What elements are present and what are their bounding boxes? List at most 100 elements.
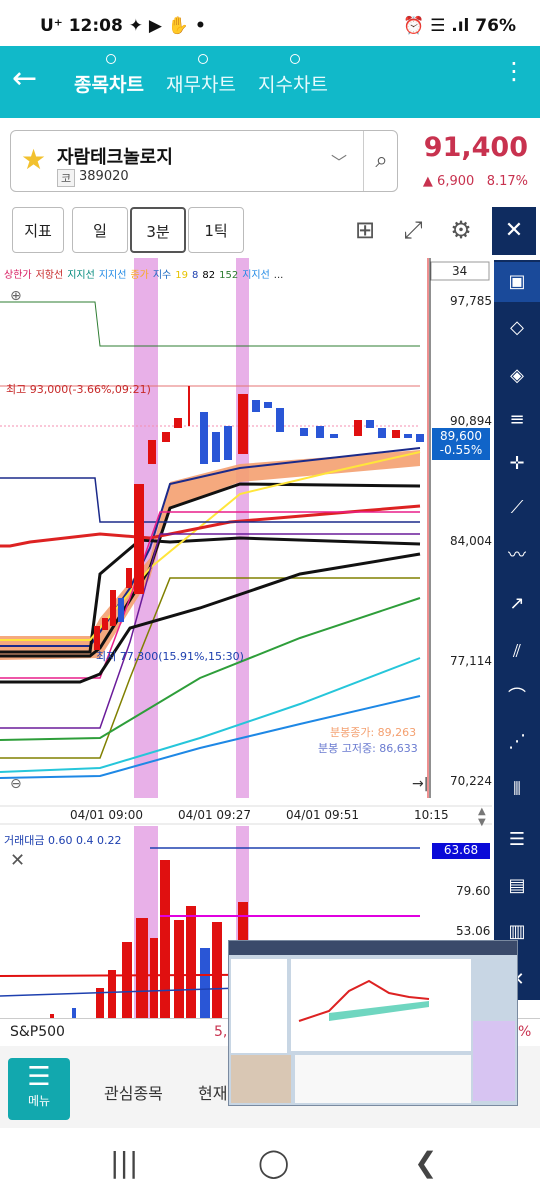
price-change-value: ▲ 6,900 — [422, 174, 475, 189]
y-label: 90,894 — [450, 414, 492, 428]
svg-text:✕: ✕ — [10, 850, 25, 871]
home-icon[interactable]: ◯ — [258, 1146, 289, 1179]
legend-item: 19 — [175, 270, 188, 281]
stock-name: 자람테크놀로지 — [57, 147, 173, 168]
star-icon[interactable]: ★ — [21, 143, 46, 176]
more-vert-icon[interactable]: ⋮ — [502, 59, 526, 83]
eraser-all-icon[interactable]: ◈ — [494, 356, 540, 396]
menu-button[interactable]: ☰ 메뉴 — [8, 1058, 70, 1120]
current-price-tag: 89,600 -0.55% — [432, 428, 490, 460]
scroll-arrows-icon[interactable]: ▲ ▼ — [478, 806, 486, 828]
tools-icon[interactable]: ✕ — [492, 207, 536, 255]
legend-item: 저항선 — [35, 270, 64, 281]
chart-legend[interactable]: 상한가 저항선 지지선 지지선 종가 지수 19 8 82 152 지지선... — [4, 266, 287, 281]
high-note: 최고 93,000(-3.66%,09:21) — [6, 383, 151, 396]
fan-icon[interactable]: ⋰ — [494, 722, 540, 762]
price-change: ▲ 6,900 8.17% — [423, 174, 528, 189]
legend-item: 8 — [191, 270, 199, 281]
chevron-down-icon[interactable]: ﹀ — [331, 149, 347, 173]
index-name: S&P500 — [10, 1024, 65, 1040]
pip-video-thumbnail[interactable] — [228, 940, 518, 1106]
arc-icon[interactable]: ⌒ — [494, 678, 540, 718]
index-pct: % — [518, 1024, 532, 1040]
low-note: 최저 77,300(15.91%,15:30) — [96, 650, 244, 663]
ray-line-icon[interactable]: ↗ — [494, 584, 540, 624]
status-left: U⁺ 12:08 ✦ ▶ ✋ • — [40, 16, 206, 36]
drawing-tools-sidebar: ▣ ◇ ◈ ≡ ✛ ⟋ 〰 ↗ ⫽ ⌒ ⋰ ⦀ ☰ ▤ ▥ ✕ — [494, 260, 540, 1000]
gann-icon[interactable]: ▤ — [494, 866, 540, 906]
grid-layout-icon[interactable]: ⊞ — [348, 213, 382, 247]
volume-legend: 거래대금 0.60 0.4 0.22 — [4, 834, 122, 847]
tab-sync-icon — [290, 54, 300, 64]
period-3min-button[interactable]: 3분 — [130, 207, 186, 253]
period-day-button[interactable]: 일 — [72, 207, 128, 253]
stock-code: 389020 — [79, 169, 129, 184]
y-label: 77,114 — [450, 654, 492, 668]
legend-item: 지수 — [152, 270, 172, 281]
y-label: 84,004 — [450, 534, 492, 548]
y-label: 97,785 — [450, 294, 492, 308]
x-label: 04/01 09:00 — [70, 808, 143, 822]
x-label: 04/01 09:27 — [178, 808, 251, 822]
chart-toolbar: 지표 일 3분 1틱 ⊞ ⤢ ⚙ ✕ — [0, 205, 540, 257]
trendline-icon[interactable]: ⟋ — [494, 488, 540, 528]
search-icon[interactable]: ⌕ — [363, 131, 399, 191]
fibonacci-icon[interactable]: ☰ — [494, 820, 540, 860]
current-price-tag-value: 89,600 — [440, 429, 482, 443]
current-price-tag-change: -0.55% — [439, 443, 483, 457]
wave-line-icon[interactable]: 〰 — [494, 536, 540, 576]
settings-icon[interactable]: ⚙ — [444, 213, 478, 247]
legend-item: ... — [273, 270, 284, 281]
svg-text:→|: →| — [412, 776, 428, 792]
volume-y-label: 53.06 — [456, 924, 491, 938]
tab-index-chart[interactable]: 지수차트 — [258, 70, 328, 97]
recent-apps-icon[interactable]: ||| — [110, 1146, 138, 1179]
x-label: 04/01 09:51 — [286, 808, 359, 822]
crosshair-icon[interactable]: ✛ — [494, 444, 540, 484]
eraser-icon[interactable]: ◇ — [494, 308, 540, 348]
legend-item: 상한가 — [4, 270, 32, 281]
nav-watchlist[interactable]: 관심종목 — [104, 1080, 163, 1104]
back-icon[interactable]: ❮ — [414, 1146, 437, 1179]
menu-label: 메뉴 — [27, 1094, 51, 1108]
horizontal-line-icon[interactable]: ≡ — [494, 400, 540, 440]
market-badge: 코 — [57, 169, 76, 187]
volume-y-label: 79.60 — [456, 884, 491, 898]
y-label: 70,224 — [450, 774, 492, 788]
save-icon[interactable]: ▣ — [494, 262, 540, 302]
price-chart[interactable]: ⊕ ⊖ →| ✕ — [0, 258, 492, 1030]
channel-icon[interactable]: ⫽ — [494, 632, 540, 672]
index-value: 5, — [214, 1024, 228, 1040]
fullscreen-icon[interactable]: ⤢ — [396, 213, 430, 247]
volume-current-tag: 63.68 — [432, 843, 490, 859]
tab-sync-icon — [198, 54, 208, 64]
legend-item: 종가 — [130, 270, 149, 281]
legend-item: 지지선 — [67, 270, 95, 281]
legend-item: 82 — [202, 270, 216, 281]
pip-screen-content — [229, 941, 517, 1103]
svg-text:⊖: ⊖ — [10, 776, 22, 792]
x-label: 10:15 — [414, 808, 449, 822]
legend-item: 152 — [219, 270, 239, 281]
tab-stock-chart[interactable]: 종목차트 — [74, 70, 144, 97]
status-right: ⏰ ☰ .ıl 76% — [403, 16, 516, 36]
nav-current[interactable]: 현재 — [198, 1080, 227, 1104]
app-bar: ← 종목차트 재무차트 지수차트 ⋮ — [0, 46, 540, 118]
split-close-note: 분봉종가: 89,263 — [330, 726, 417, 739]
back-arrow-icon[interactable]: ← — [12, 64, 42, 94]
price-change-pct: 8.17% — [486, 174, 528, 189]
axis-top-value: 34 — [452, 264, 468, 278]
status-bar: U⁺ 12:08 ✦ ▶ ✋ • ⏰ ☰ .ıl 76% — [0, 0, 540, 46]
current-price: 91,400 — [423, 132, 528, 163]
vertical-lines-icon[interactable]: ⦀ — [494, 770, 540, 810]
split-highlow-note: 분봉 고저중: 86,633 — [318, 742, 418, 755]
legend-item: 지지선 — [242, 270, 270, 281]
system-nav-bar: ||| ◯ ❮ — [0, 1128, 540, 1200]
tab-sync-icon — [106, 54, 116, 64]
indicator-button[interactable]: 지표 — [12, 207, 64, 253]
tab-financial-chart[interactable]: 재무차트 — [166, 70, 236, 97]
svg-text:⊕: ⊕ — [10, 288, 22, 304]
hamburger-icon: ☰ — [27, 1062, 51, 1092]
stock-selector[interactable]: ★ 자람테크놀로지 코 389020 ﹀ ⌕ — [10, 130, 398, 192]
period-tick-button[interactable]: 1틱 — [188, 207, 244, 253]
